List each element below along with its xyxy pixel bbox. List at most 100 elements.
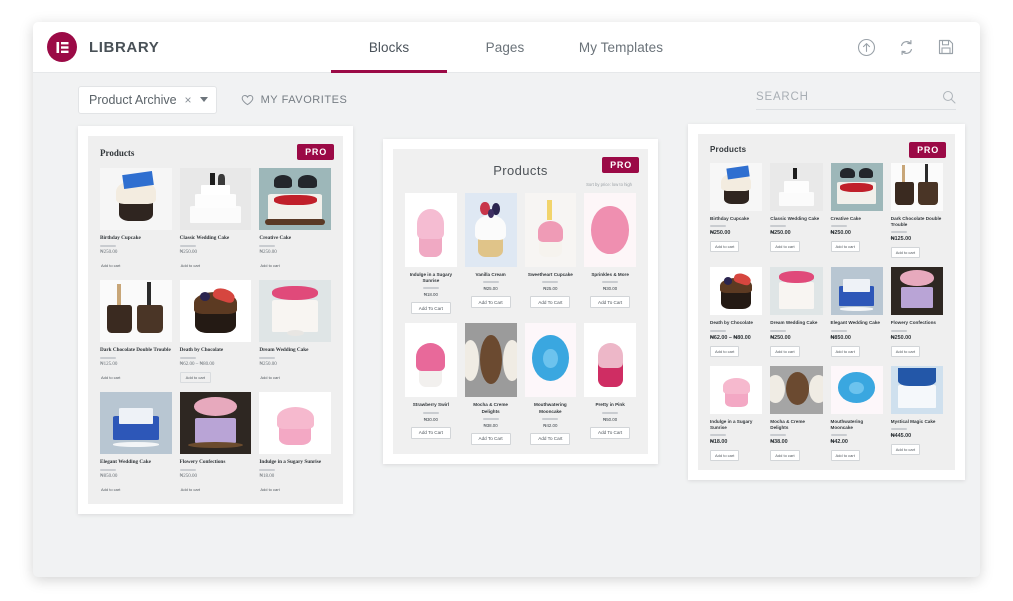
product-image <box>890 365 943 414</box>
add-to-cart-button[interactable]: Add To Cart <box>530 432 571 445</box>
product-image <box>830 365 883 414</box>
product-item: Indulge in a Sugary Sunrise ₦18.00 Add T… <box>405 193 457 315</box>
product-rating <box>830 329 847 332</box>
pro-badge: PRO <box>602 157 639 173</box>
product-image <box>100 280 172 343</box>
search-box <box>756 90 956 110</box>
product-image <box>405 323 457 398</box>
product-price: ₦30.00 <box>423 416 438 422</box>
search-input[interactable] <box>756 90 942 103</box>
product-price: ₦50.00 <box>603 416 618 422</box>
category-filter-select[interactable]: Product Archive × <box>78 85 217 114</box>
template-card[interactable]: PRO Products Sort by price: low to high <box>383 139 658 464</box>
tab-pages[interactable]: Pages <box>447 22 563 72</box>
add-to-cart-button[interactable]: Add To Cart <box>470 296 511 309</box>
add-to-cart-button[interactable]: Add to cart <box>710 345 740 357</box>
add-to-cart-button[interactable]: Add to cart <box>180 484 201 495</box>
product-image <box>710 365 763 414</box>
search-icon[interactable] <box>942 90 956 104</box>
tab-blocks[interactable]: Blocks <box>331 22 447 73</box>
add-to-cart-button[interactable]: Add to cart <box>100 484 121 495</box>
product-price: ₦125.00 <box>100 362 118 368</box>
chevron-down-icon[interactable] <box>199 97 208 102</box>
product-row: Birthday Cupcake ₦250.00 Add to cart Cla… <box>698 163 955 259</box>
product-rating <box>482 417 499 420</box>
product-image <box>179 392 252 455</box>
my-favorites-button[interactable]: MY FAVORITES <box>241 94 348 106</box>
library-modal: LIBRARY Blocks Pages My Templates Produc… <box>33 22 980 577</box>
product-price: ₦250.00 <box>770 230 791 237</box>
add-to-cart-button[interactable]: Add to cart <box>890 345 921 357</box>
add-to-cart-button[interactable]: Add to cart <box>830 449 860 461</box>
product-price: ₦42.00 <box>543 422 558 428</box>
add-to-cart-button[interactable]: Add To Cart <box>590 296 631 309</box>
sort-select[interactable]: Sort by price: low to high <box>393 182 648 193</box>
filter-bar: Product Archive × MY FAVORITES <box>33 73 980 126</box>
product-rating <box>422 287 439 290</box>
product-rating <box>542 417 559 420</box>
add-to-cart-button[interactable]: Add to cart <box>830 345 860 357</box>
add-to-cart-button[interactable]: Add to cart <box>259 484 280 495</box>
add-to-cart-button[interactable]: Add To Cart <box>470 432 511 445</box>
product-rating <box>179 245 196 248</box>
tab-my-templates[interactable]: My Templates <box>563 22 679 72</box>
product-price: ₦38.00 <box>483 422 498 428</box>
tab-my-templates-label: My Templates <box>578 39 664 55</box>
product-row: Strawberry Swirl ₦30.00 Add To Cart Moch… <box>393 323 648 445</box>
product-item: Creative Cake ₦250.00 Add to cart <box>830 163 883 258</box>
product-price: ₦250.00 <box>259 250 277 256</box>
save-template-icon[interactable] <box>936 37 956 57</box>
product-name: Birthday Cupcake <box>710 216 750 221</box>
add-to-cart-button[interactable]: Add to cart <box>179 372 212 384</box>
add-to-cart-button[interactable]: Add To Cart <box>410 426 451 439</box>
product-item: Indulge in a Sugary Sunrise ₦18.00 Add t… <box>710 365 763 461</box>
add-to-cart-button[interactable]: Add to cart <box>100 372 121 383</box>
product-name: Death by Chocolate <box>179 347 224 354</box>
product-rating <box>259 245 276 248</box>
product-name: Sprinkles & More <box>591 272 629 277</box>
product-rating <box>179 357 196 360</box>
add-to-cart-button[interactable]: Add To Cart <box>590 426 631 439</box>
product-row: Indulge in a Sugary Sunrise ₦18.00 Add t… <box>698 365 955 461</box>
template-card[interactable]: PRO Products Birthday Cupcake ₦250.00 Ad… <box>688 124 965 480</box>
import-template-icon[interactable] <box>856 37 876 57</box>
product-name: Indulge in a Sugary Sunrise <box>409 272 453 284</box>
clear-filter-icon[interactable]: × <box>185 94 192 106</box>
product-image <box>524 193 577 267</box>
product-price: ₦250.00 <box>259 362 277 368</box>
add-to-cart-button[interactable]: Add To Cart <box>410 302 451 315</box>
add-to-cart-button[interactable]: Add to cart <box>180 260 201 271</box>
product-image <box>770 267 823 316</box>
product-image <box>464 323 517 398</box>
sync-library-icon[interactable] <box>896 37 916 57</box>
product-item: Birthday Cupcake ₦250.00 Add to cart <box>100 168 172 271</box>
add-to-cart-button[interactable]: Add to cart <box>259 260 280 271</box>
add-to-cart-button[interactable]: Add To Cart <box>530 296 571 309</box>
product-item: Elegant Wedding Cake ₦850.00 Add to cart <box>830 267 883 357</box>
product-image <box>830 163 883 211</box>
product-image <box>259 392 332 455</box>
product-name: Dark Chocolate Double Trouble <box>890 216 942 228</box>
product-item: Vanilla Cream ₦25.00 Add To Cart <box>464 193 517 314</box>
product-name: Birthday Cupcake <box>100 235 141 241</box>
add-to-cart-button[interactable]: Add to cart <box>259 372 280 383</box>
product-price: ₦18.00 <box>259 474 275 480</box>
product-rating <box>770 225 787 228</box>
add-to-cart-button[interactable]: Add to cart <box>100 260 121 271</box>
product-item: Sprinkles & More ₦30.00 Add To Cart <box>584 193 636 314</box>
add-to-cart-button[interactable]: Add to cart <box>770 241 800 253</box>
product-row: Dark Chocolate Double Trouble ₦125.00 Ad… <box>88 280 343 384</box>
product-name: Creative Cake <box>830 216 861 221</box>
product-name: Mocha & Creme Delights <box>473 402 508 414</box>
add-to-cart-button[interactable]: Add to cart <box>710 449 740 461</box>
add-to-cart-button[interactable]: Add to cart <box>770 345 800 357</box>
add-to-cart-button[interactable]: Add to cart <box>830 241 860 253</box>
product-rating <box>100 357 116 360</box>
template-card[interactable]: PRO Products Birthday Cupcake ₦250.00 Ad… <box>78 126 353 515</box>
add-to-cart-button[interactable]: Add to cart <box>890 247 921 259</box>
add-to-cart-button[interactable]: Add to cart <box>890 443 921 455</box>
add-to-cart-button[interactable]: Add to cart <box>770 449 800 461</box>
product-image <box>770 163 823 211</box>
add-to-cart-button[interactable]: Add to cart <box>710 241 740 253</box>
header-actions <box>856 22 980 72</box>
